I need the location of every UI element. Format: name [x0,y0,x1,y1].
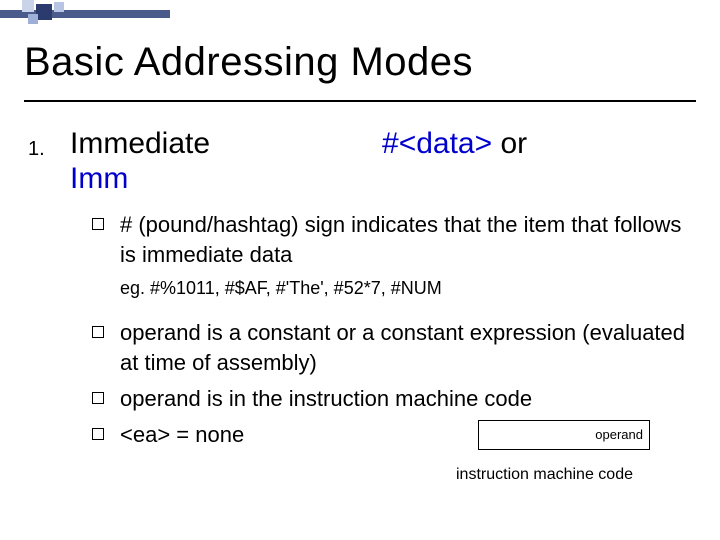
operand-label: operand [595,427,643,442]
operand-box: operand [478,420,650,450]
bullet-marker-icon [92,428,104,440]
mode-abbr: Imm [70,162,128,196]
syntax-gt: > [475,127,493,160]
bullet-marker-icon [92,326,104,338]
title-underline [24,100,696,102]
syntax-lt: < [399,127,417,160]
bullet-text: # (pound/hashtag) sign indicates that th… [120,212,681,267]
bullet-item: # (pound/hashtag) sign indicates that th… [92,210,692,270]
deco-square [28,14,38,24]
deco-square [54,2,64,12]
slide-title: Basic Addressing Modes [24,40,473,85]
bullet-item: operand is a constant or a constant expr… [92,318,692,378]
mode-heading: Immediate #<data> or [70,126,690,162]
bullet-marker-icon [92,218,104,230]
list-number: 1. [28,138,45,161]
bullet-item: operand is in the instruction machine co… [92,384,692,414]
slide-corner-decoration [0,0,170,30]
syntax-data: data [416,127,474,160]
bullet-text: operand is in the instruction machine co… [120,386,532,411]
mode-name: Immediate [70,127,210,160]
bullet-text: operand is a constant or a constant expr… [120,320,685,375]
bullet-marker-icon [92,392,104,404]
operand-caption: instruction machine code [456,466,633,484]
syntax-or: or [492,127,527,160]
deco-square [36,4,52,20]
mode-syntax: #<data> or [382,126,527,162]
syntax-hash: # [382,127,399,160]
deco-square [22,0,34,12]
example-line: eg. #%1011, #$AF, #'The', #52*7, #NUM [120,276,692,300]
bullet-text: <ea> = none [120,422,244,447]
